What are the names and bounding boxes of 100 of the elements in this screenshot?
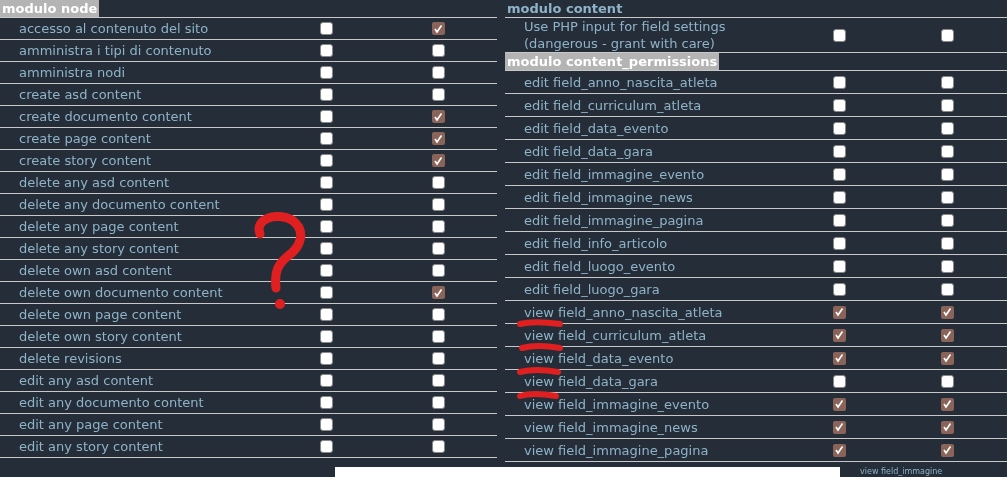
permission-label: edit field_luogo_gara (523, 280, 661, 298)
checkbox[interactable] (832, 374, 846, 388)
permission-label: view field_immagine_evento (523, 395, 711, 413)
checkbox[interactable] (832, 144, 846, 158)
checkbox[interactable] (319, 264, 333, 277)
checkbox[interactable] (319, 154, 333, 167)
checkbox[interactable] (319, 308, 333, 321)
checkbox[interactable] (832, 167, 846, 181)
checkbox[interactable] (832, 121, 846, 135)
checkbox[interactable] (940, 443, 954, 457)
checkbox[interactable] (431, 264, 445, 277)
checkbox[interactable] (431, 22, 445, 35)
checkbox[interactable] (319, 418, 333, 431)
permission-label: delete revisions (18, 350, 123, 367)
checkbox[interactable] (940, 282, 954, 296)
checkbox[interactable] (940, 420, 954, 434)
checkbox[interactable] (940, 328, 954, 342)
checkbox[interactable] (940, 167, 954, 181)
checkbox[interactable] (832, 420, 846, 434)
permission-label: edit field_curriculum_atleta (523, 96, 703, 114)
checkbox[interactable] (319, 286, 333, 299)
checkbox[interactable] (431, 176, 445, 189)
checkbox[interactable] (940, 397, 954, 411)
checkbox[interactable] (319, 66, 333, 79)
checkbox[interactable] (431, 396, 445, 409)
checkbox[interactable] (431, 286, 445, 299)
permission-label: create asd content (18, 86, 143, 103)
permission-label: delete any documento content (18, 196, 221, 213)
checkbox[interactable] (940, 98, 954, 112)
checkbox[interactable] (940, 259, 954, 273)
checkbox[interactable] (832, 443, 846, 457)
checkbox[interactable] (319, 176, 333, 189)
checkbox[interactable] (940, 28, 954, 42)
permission-label: view field_immagine (859, 467, 943, 477)
checkbox[interactable] (832, 259, 846, 273)
permission-label: Use PHP input for field settings (dangerous - grant with care) (523, 18, 727, 52)
permission-label: edit any page content (18, 416, 164, 433)
permission-label: edit field_immagine_evento (523, 165, 706, 183)
checkbox[interactable] (319, 22, 333, 35)
permission-label: edit field_immagine_news (523, 188, 694, 206)
checkbox[interactable] (940, 213, 954, 227)
checkbox[interactable] (319, 242, 333, 255)
permission-label: create story content (18, 152, 153, 169)
section-heading: modulo node (0, 0, 100, 17)
checkbox[interactable] (940, 121, 954, 135)
checkbox[interactable] (431, 242, 445, 255)
permission-label: edit any asd content (18, 372, 155, 389)
checkbox[interactable] (940, 75, 954, 89)
permission-label: accesso al contenuto del sito (18, 20, 210, 37)
checkbox[interactable] (319, 220, 333, 233)
checkbox[interactable] (319, 198, 333, 211)
checkbox[interactable] (319, 330, 333, 343)
checkbox[interactable] (940, 351, 954, 365)
checkbox[interactable] (832, 190, 846, 204)
checkbox[interactable] (319, 88, 333, 101)
checkbox[interactable] (940, 144, 954, 158)
permission-label: view field_immagine_pagina (523, 441, 710, 459)
permission-label: view field_data_gara (523, 372, 659, 390)
permission-label: delete own documento content (18, 284, 224, 301)
checkbox[interactable] (431, 44, 445, 57)
checkbox[interactable] (832, 213, 846, 227)
checkbox[interactable] (319, 440, 333, 453)
checkbox[interactable] (431, 308, 445, 321)
checkbox[interactable] (940, 374, 954, 388)
permission-label: edit any story content (18, 438, 164, 455)
checkbox[interactable] (832, 28, 846, 42)
checkbox[interactable] (431, 352, 445, 365)
checkbox[interactable] (319, 352, 333, 365)
permission-label: delete any page content (18, 218, 180, 235)
checkbox[interactable] (832, 282, 846, 296)
permission-label: edit field_data_gara (523, 142, 654, 160)
checkbox[interactable] (832, 397, 846, 411)
checkbox[interactable] (832, 328, 846, 342)
checkbox[interactable] (832, 75, 846, 89)
permission-label: view field_anno_nascita_atleta (523, 303, 724, 321)
checkbox[interactable] (431, 132, 445, 145)
checkbox[interactable] (940, 305, 954, 319)
checkbox[interactable] (319, 44, 333, 57)
checkbox[interactable] (319, 374, 333, 387)
checkbox[interactable] (431, 88, 445, 101)
checkbox[interactable] (832, 351, 846, 365)
checkbox[interactable] (431, 198, 445, 211)
checkbox[interactable] (832, 98, 846, 112)
checkbox[interactable] (431, 440, 445, 453)
checkbox[interactable] (431, 220, 445, 233)
checkbox[interactable] (431, 374, 445, 387)
checkbox[interactable] (431, 110, 445, 123)
checkbox[interactable] (431, 330, 445, 343)
permission-label: delete any asd content (18, 174, 170, 191)
checkbox[interactable] (319, 132, 333, 145)
checkbox[interactable] (832, 305, 846, 319)
checkbox[interactable] (832, 236, 846, 250)
checkbox[interactable] (431, 418, 445, 431)
checkbox[interactable] (319, 396, 333, 409)
checkbox[interactable] (431, 66, 445, 79)
checkbox[interactable] (431, 154, 445, 167)
checkbox[interactable] (319, 110, 333, 123)
checkbox[interactable] (940, 236, 954, 250)
checkbox[interactable] (940, 190, 954, 204)
permission-label: view field_curriculum_atleta (523, 326, 708, 344)
